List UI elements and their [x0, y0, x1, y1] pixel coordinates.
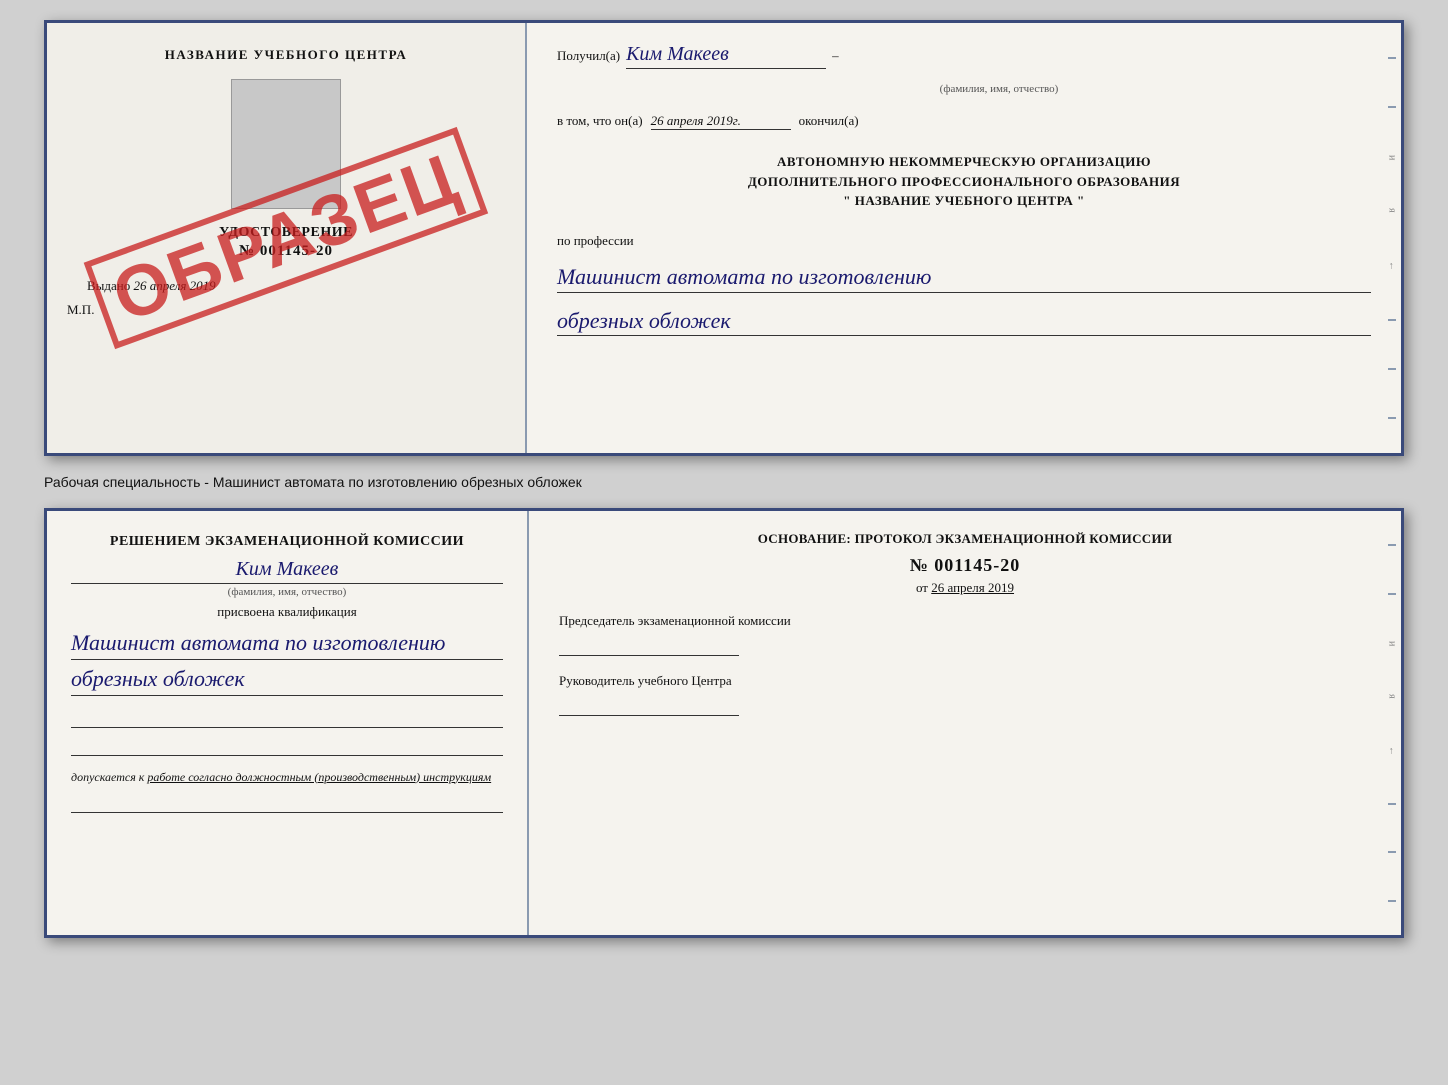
spine-marks: и я ←: [1383, 23, 1401, 453]
top-left-title: НАЗВАНИЕ УЧЕБНОГО ЦЕНТРА: [165, 47, 408, 63]
spine-mark-b4: [1388, 851, 1396, 853]
spine-label-arrow-b: ←: [1387, 746, 1398, 757]
issued-date: 26 апреля 2019: [134, 278, 216, 293]
rukov-label: Руководитель учебного Центра: [559, 672, 1371, 690]
spine-label-i-b: и: [1387, 641, 1398, 647]
допускается-prefix: допускается к: [71, 770, 147, 784]
org-line1: АВТОНОМНУЮ НЕКОММЕРЧЕСКУЮ ОРГАНИЗАЦИЮ: [557, 152, 1371, 172]
spine-mark-b3: [1388, 803, 1396, 805]
blank-line-2: [71, 734, 503, 756]
spine-mark: [1388, 57, 1396, 59]
komissia-title: Решением экзаменационной комиссии: [71, 531, 503, 552]
qualification-line1: Машинист автомата по изготовлению: [71, 628, 503, 660]
qual-text-1: Машинист автомата по изготовлению: [71, 630, 445, 655]
spine-mark-b5: [1388, 900, 1396, 902]
rukov-signature: [559, 694, 739, 716]
spine-mark-b2: [1388, 593, 1396, 595]
received-hint: (фамилия, имя, отчество): [627, 83, 1371, 95]
from-date-line: от 26 апреля 2019: [559, 580, 1371, 596]
profession-text-2: обрезных обложек: [557, 308, 731, 333]
protocol-number: № 001145-20: [559, 555, 1371, 576]
spine-mark-b1: [1388, 544, 1396, 546]
doc-number: № 001145-20: [239, 243, 333, 260]
chairman-block: Председатель экзаменационной комиссии: [559, 612, 1371, 656]
in-that-date: 26 апреля 2019г.: [651, 113, 791, 130]
blank-line-1: [71, 706, 503, 728]
mp-label: М.П.: [67, 302, 94, 318]
in-that-label: в том, что он(а): [557, 113, 643, 129]
chairman-signature: [559, 634, 739, 656]
org-name: " НАЗВАНИЕ УЧЕБНОГО ЦЕНТРА ": [557, 193, 1371, 209]
profession-value-line1: Машинист автомата по изготовлению: [557, 263, 1371, 293]
rukov-block: Руководитель учебного Центра: [559, 672, 1371, 716]
blank-line-3: [71, 791, 503, 813]
blank-lines: [71, 706, 503, 762]
received-label: Получил(а): [557, 48, 620, 64]
profession-value-line2: обрезных обложек: [557, 307, 1371, 337]
допускается-text: допускается к работе согласно должностны…: [71, 770, 503, 785]
top-doc-right: Получил(а) Ким Макеев – (фамилия, имя, о…: [527, 23, 1401, 453]
bottom-doc-left: Решением экзаменационной комиссии Ким Ма…: [47, 511, 527, 935]
spine-mark: [1388, 368, 1396, 370]
bottom-doc-right: Основание: протокол экзаменационной коми…: [527, 511, 1401, 935]
spine-mark: [1388, 319, 1396, 321]
received-name: Ким Макеев: [626, 43, 826, 69]
bottom-document: Решением экзаменационной комиссии Ким Ма…: [44, 508, 1404, 938]
spine-label-ya-b: я: [1387, 694, 1398, 700]
osnov-label: Основание: протокол экзаменационной коми…: [559, 531, 1371, 547]
doc-issued: Выдано 26 апреля 2019: [87, 278, 216, 294]
spine-mark: [1388, 417, 1396, 419]
in-that-line: в том, что он(а) 26 апреля 2019г. окончи…: [557, 113, 1371, 130]
spine-label-arrow: ←: [1387, 261, 1398, 272]
assigned-label: присвоена квалификация: [71, 604, 503, 620]
chairman-label: Председатель экзаменационной комиссии: [559, 612, 1371, 630]
between-label: Рабочая специальность - Машинист автомат…: [44, 468, 1404, 496]
doc-subtitle: УДОСТОВЕРЕНИЕ: [219, 225, 353, 241]
допускается-content: работе согласно должностным (производств…: [147, 770, 491, 784]
spine-label-ya: я: [1387, 208, 1398, 214]
qualification-line2: обрезных обложек: [71, 664, 503, 696]
org-line2: ДОПОЛНИТЕЛЬНОГО ПРОФЕССИОНАЛЬНОГО ОБРАЗО…: [557, 172, 1371, 192]
received-line: Получил(а) Ким Макеев –: [557, 43, 1371, 69]
issued-label: Выдано: [87, 278, 130, 293]
profession-text-1: Машинист автомата по изготовлению: [557, 264, 931, 289]
photo-placeholder: [231, 79, 341, 209]
profession-label: по профессии: [557, 233, 1371, 249]
spine-mark: [1388, 106, 1396, 108]
spine-marks-bottom: и я ←: [1383, 511, 1401, 935]
qual-text-2: обрезных обложек: [71, 666, 245, 691]
org-block: АВТОНОМНУЮ НЕКОММЕРЧЕСКУЮ ОРГАНИЗАЦИЮ ДО…: [557, 152, 1371, 209]
komissia-name: Ким Макеев: [71, 558, 503, 584]
spine-label-i: и: [1387, 155, 1398, 161]
top-doc-left: НАЗВАНИЕ УЧЕБНОГО ЦЕНТРА УДОСТОВЕРЕНИЕ №…: [47, 23, 527, 453]
top-document: НАЗВАНИЕ УЧЕБНОГО ЦЕНТРА УДОСТОВЕРЕНИЕ №…: [44, 20, 1404, 456]
komissia-hint: (фамилия, имя, отчество): [71, 586, 503, 598]
finished-label: окончил(а): [799, 113, 859, 129]
